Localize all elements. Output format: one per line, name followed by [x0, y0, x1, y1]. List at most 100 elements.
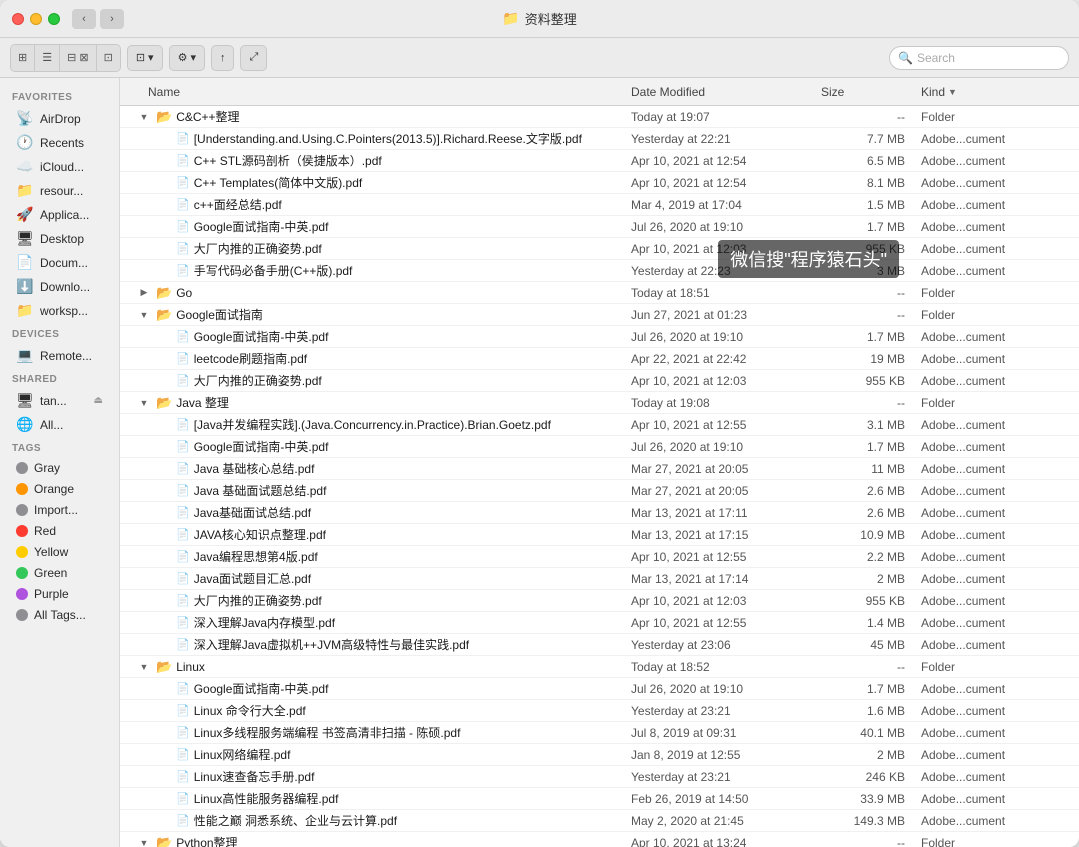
table-row[interactable]: ▶ 📂 Go Today at 18:51 -- Folder [120, 282, 1079, 304]
sidebar-item-worksp[interactable]: 📁worksp... [4, 299, 115, 322]
sidebar-label-tag-red: Red [34, 524, 103, 538]
file-size: -- [821, 308, 921, 322]
table-row[interactable]: 📄 Java 基础核心总结.pdf Mar 27, 2021 at 20:05 … [120, 458, 1079, 480]
file-date: Apr 10, 2021 at 12:03 [631, 374, 821, 388]
folder-toggle[interactable]: ▼ [136, 112, 152, 122]
sidebar-item-tag-purple[interactable]: Purple [4, 584, 115, 604]
folder-toggle[interactable]: ▼ [136, 310, 152, 320]
table-row[interactable]: 📄 Google面试指南-中英.pdf Jul 26, 2020 at 19:1… [120, 326, 1079, 348]
sidebar-icon-desktop: 🖥 [16, 230, 34, 247]
back-button[interactable]: ‹ [72, 9, 96, 29]
sidebar-icon-worksp: 📁 [16, 302, 34, 319]
sidebar-item-tan[interactable]: 🖥tan...⏏ [4, 389, 115, 412]
minimize-button[interactable] [30, 13, 42, 25]
table-row[interactable]: 📄 性能之巅 洞悉系统、企业与云计算.pdf May 2, 2020 at 21… [120, 810, 1079, 832]
table-row[interactable]: 📄 Google面试指南-中英.pdf Jul 26, 2020 at 19:1… [120, 216, 1079, 238]
table-row[interactable]: 📄 [Understanding.and.Using.C.Pointers(20… [120, 128, 1079, 150]
sidebar-item-tag-import[interactable]: Import... [4, 500, 115, 520]
file-name: Linux高性能服务器编程.pdf [194, 790, 339, 807]
table-row[interactable]: ▼ 📂 C&C++整理 Today at 19:07 -- Folder [120, 106, 1079, 128]
table-row[interactable]: 📄 Linux多线程服务端编程 书签高清非扫描 - 陈硕.pdf Jul 8, … [120, 722, 1079, 744]
sidebar-label-tag-green: Green [34, 566, 103, 580]
sidebar-item-icloud[interactable]: ☁️iCloud... [4, 155, 115, 178]
forward-button[interactable]: › [100, 9, 124, 29]
sidebar-item-docum[interactable]: 📄Docum... [4, 251, 115, 274]
folder-toggle[interactable]: ▼ [136, 398, 152, 408]
eject-icon[interactable]: ⏏ [94, 395, 103, 406]
folder-toggle[interactable]: ▶ [136, 287, 152, 298]
sidebar-item-tag-green[interactable]: Green [4, 563, 115, 583]
table-row[interactable]: 📄 c++面经总结.pdf Mar 4, 2019 at 17:04 1.5 M… [120, 194, 1079, 216]
file-kind: Adobe...cument [921, 704, 1071, 718]
table-row[interactable]: ▼ 📂 Java 整理 Today at 19:08 -- Folder [120, 392, 1079, 414]
table-row[interactable]: 📄 C++ Templates(简体中文版).pdf Apr 10, 2021 … [120, 172, 1079, 194]
sidebar-item-remote[interactable]: 💻Remote... [4, 344, 115, 367]
table-row[interactable]: 📄 深入理解Java内存模型.pdf Apr 10, 2021 at 12:55… [120, 612, 1079, 634]
file-name: JAVA核心知识点整理.pdf [194, 526, 326, 543]
view-gallery-button[interactable]: ⊡ [97, 45, 120, 71]
sidebar: Favorites 📡AirDrop🕐Recents☁️iCloud...📁re… [0, 78, 120, 847]
file-kind: Adobe...cument [921, 154, 1071, 168]
sidebar-item-all[interactable]: 🌐All... [4, 413, 115, 436]
close-button[interactable] [12, 13, 24, 25]
table-row[interactable]: 📄 手写代码必备手册(C++版).pdf Yesterday at 22:23 … [120, 260, 1079, 282]
col-header-size[interactable]: Size [821, 85, 921, 99]
table-row[interactable]: 📄 Java面试题目汇总.pdf Mar 13, 2021 at 17:14 2… [120, 568, 1079, 590]
table-row[interactable]: 📄 Linux网络编程.pdf Jan 8, 2019 at 12:55 2 M… [120, 744, 1079, 766]
action-button[interactable]: ⚙ ▾ [169, 45, 205, 71]
sidebar-item-downlo[interactable]: ⬇️Downlo... [4, 275, 115, 298]
table-row[interactable]: 📄 Java 基础面试题总结.pdf Mar 27, 2021 at 20:05… [120, 480, 1079, 502]
sidebar-item-desktop[interactable]: 🖥Desktop [4, 227, 115, 250]
file-kind: Adobe...cument [921, 616, 1071, 630]
fullscreen-button[interactable]: ⤢ [240, 45, 267, 71]
file-list: ▼ 📂 C&C++整理 Today at 19:07 -- Folder 📄 [… [120, 106, 1079, 847]
pdf-icon: 📄 [176, 770, 190, 783]
file-kind: Adobe...cument [921, 682, 1071, 696]
table-row[interactable]: 📄 大厂内推的正确姿势.pdf Apr 10, 2021 at 12:03 95… [120, 370, 1079, 392]
table-row[interactable]: 📄 Java编程思想第4版.pdf Apr 10, 2021 at 12:55 … [120, 546, 1079, 568]
sidebar-item-resour[interactable]: 📁resour... [4, 179, 115, 202]
table-row[interactable]: 📄 深入理解Java虚拟机++JVM高级特性与最佳实践.pdf Yesterda… [120, 634, 1079, 656]
share-button[interactable]: ↑ [211, 45, 235, 71]
arrange-button[interactable]: ⊡ ▾ [127, 45, 163, 71]
sidebar-item-tag-red[interactable]: Red [4, 521, 115, 541]
table-row[interactable]: 📄 大厂内推的正确姿势.pdf Apr 10, 2021 at 12:03 95… [120, 590, 1079, 612]
table-row[interactable]: 📄 Linux速查备忘手册.pdf Yesterday at 23:21 246… [120, 766, 1079, 788]
sidebar-label-tag-gray: Gray [34, 461, 103, 475]
sidebar-item-tag-orange[interactable]: Orange [4, 479, 115, 499]
view-columns-button[interactable]: ⊟ ⊠ [60, 45, 97, 71]
sidebar-item-tag-gray[interactable]: Gray [4, 458, 115, 478]
col-header-name[interactable]: Name [128, 85, 631, 99]
table-row[interactable]: 📄 Google面试指南-中英.pdf Jul 26, 2020 at 19:1… [120, 436, 1079, 458]
sidebar-item-applica[interactable]: 🚀Applica... [4, 203, 115, 226]
table-row[interactable]: 📄 JAVA核心知识点整理.pdf Mar 13, 2021 at 17:15 … [120, 524, 1079, 546]
window-title: 📁 资料整理 [502, 9, 576, 28]
search-box[interactable]: 🔍 Search [889, 46, 1069, 70]
arrange-icon: ⊡ [136, 51, 145, 64]
maximize-button[interactable] [48, 13, 60, 25]
view-list-button[interactable]: ☰ [35, 45, 60, 71]
col-header-date[interactable]: Date Modified [631, 85, 821, 99]
sidebar-item-recents[interactable]: 🕐Recents [4, 131, 115, 154]
col-header-kind[interactable]: Kind ▼ [921, 85, 1071, 99]
table-row[interactable]: 📄 Linux高性能服务器编程.pdf Feb 26, 2019 at 14:5… [120, 788, 1079, 810]
table-row[interactable]: 📄 大厂内推的正确姿势.pdf Apr 10, 2021 at 12:03 95… [120, 238, 1079, 260]
table-row[interactable]: 📄 Google面试指南-中英.pdf Jul 26, 2020 at 19:1… [120, 678, 1079, 700]
table-row[interactable]: 📄 Java基础面试总结.pdf Mar 13, 2021 at 17:11 2… [120, 502, 1079, 524]
folder-toggle[interactable]: ▼ [136, 662, 152, 672]
table-row[interactable]: ▼ 📂 Google面试指南 Jun 27, 2021 at 01:23 -- … [120, 304, 1079, 326]
view-icon-button[interactable]: ⊞ [11, 45, 35, 71]
folder-toggle[interactable]: ▼ [136, 838, 152, 847]
file-name: Java编程思想第4版.pdf [194, 548, 318, 565]
table-row[interactable]: ▼ 📂 Python整理 Apr 10, 2021 at 13:24 -- Fo… [120, 832, 1079, 847]
table-row[interactable]: 📄 leetcode刷题指南.pdf Apr 22, 2021 at 22:42… [120, 348, 1079, 370]
table-row[interactable]: 📄 Linux 命令行大全.pdf Yesterday at 23:21 1.6… [120, 700, 1079, 722]
table-row[interactable]: ▼ 📂 Linux Today at 18:52 -- Folder [120, 656, 1079, 678]
sidebar-item-tag-alltags[interactable]: All Tags... [4, 605, 115, 625]
sidebar-item-tag-yellow[interactable]: Yellow [4, 542, 115, 562]
sidebar-icon-applica: 🚀 [16, 206, 34, 223]
table-row[interactable]: 📄 C++ STL源码剖析（侯捷版本）.pdf Apr 10, 2021 at … [120, 150, 1079, 172]
table-row[interactable]: 📄 [Java并发编程实践].(Java.Concurrency.in.Prac… [120, 414, 1079, 436]
sidebar-item-airdrop[interactable]: 📡AirDrop [4, 107, 115, 130]
tag-dot-yellow [16, 546, 28, 558]
